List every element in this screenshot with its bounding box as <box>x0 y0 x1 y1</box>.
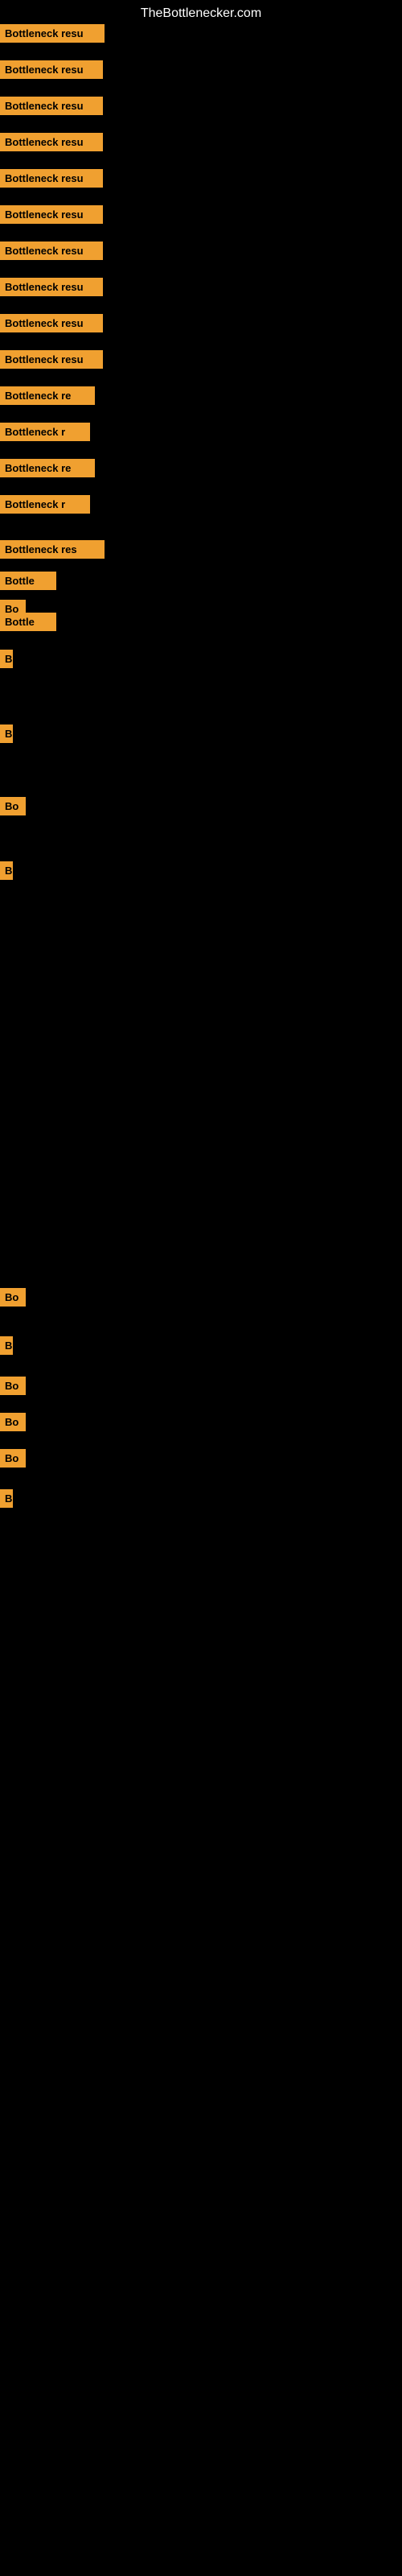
bottleneck-item[interactable]: Bo <box>0 1288 26 1307</box>
bottleneck-item[interactable]: Bottleneck resu <box>0 97 103 115</box>
bottleneck-item[interactable]: Bottle <box>0 572 56 590</box>
bottleneck-item[interactable]: Bottleneck resu <box>0 350 103 369</box>
bottleneck-item[interactable]: Bottleneck re <box>0 386 95 405</box>
bottleneck-item[interactable]: Bottleneck resu <box>0 242 103 260</box>
bottleneck-item[interactable]: Bottleneck resu <box>0 205 103 224</box>
bottleneck-item[interactable]: Bottleneck r <box>0 423 90 441</box>
bottleneck-item[interactable]: Bottleneck resu <box>0 133 103 151</box>
bottleneck-item[interactable]: Bottleneck resu <box>0 60 103 79</box>
bottleneck-item[interactable]: B <box>0 861 13 880</box>
bottleneck-item[interactable]: Bottleneck resu <box>0 24 105 43</box>
bottleneck-item[interactable]: Bottleneck resu <box>0 278 103 296</box>
bottleneck-item[interactable]: Bo <box>0 1377 26 1395</box>
bottleneck-item[interactable]: Bo <box>0 1413 26 1431</box>
bottleneck-item[interactable]: Bo <box>0 1449 26 1468</box>
bottleneck-item[interactable]: B <box>0 1336 13 1355</box>
site-title: TheBottlenecker.com <box>0 0 402 27</box>
bottleneck-item[interactable]: Bo <box>0 797 26 815</box>
bottleneck-item[interactable]: Bottle <box>0 613 56 631</box>
bottleneck-item[interactable]: B <box>0 1489 13 1508</box>
bottleneck-item[interactable]: Bottleneck res <box>0 540 105 559</box>
bottleneck-item[interactable]: B <box>0 724 13 743</box>
bottleneck-item[interactable]: Bottleneck resu <box>0 314 103 332</box>
bottleneck-item[interactable]: Bottleneck r <box>0 495 90 514</box>
bottleneck-item[interactable]: Bottleneck re <box>0 459 95 477</box>
bottleneck-item[interactable]: B <box>0 650 13 668</box>
bottleneck-item[interactable]: Bottleneck resu <box>0 169 103 188</box>
